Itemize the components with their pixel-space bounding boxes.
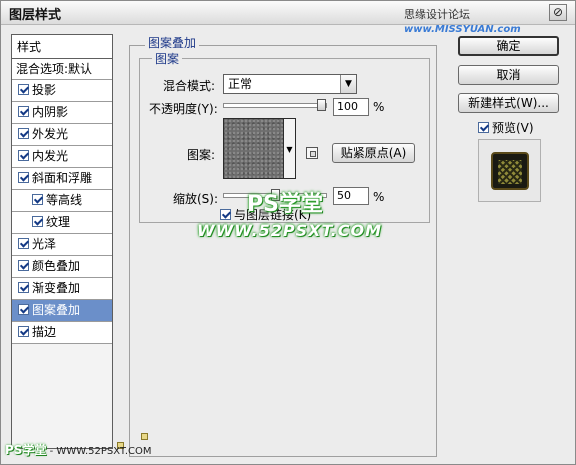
pattern-subgroup-title: 图案	[152, 50, 183, 67]
opacity-label: 不透明度(Y):	[149, 102, 218, 116]
style-item-label: 外发光	[32, 127, 69, 141]
style-item-label: 内发光	[32, 149, 69, 163]
opacity-slider-thumb[interactable]	[317, 99, 326, 111]
new-preset-icon[interactable]	[306, 147, 318, 159]
styles-list: 样式 混合选项:默认 投影内阴影外发光内发光斜面和浮雕等高线纹理光泽颜色叠加渐变…	[11, 34, 113, 449]
opacity-input[interactable]: 100	[333, 98, 369, 116]
style-item-label: 内阴影	[32, 105, 69, 119]
style-item-checkbox[interactable]	[18, 128, 29, 139]
watermark-bottom-url: - WWW.52PSXT.COM	[49, 446, 152, 457]
style-item[interactable]: 图案叠加	[12, 300, 112, 322]
opacity-slider[interactable]	[223, 99, 327, 111]
style-item-label: 等高线	[46, 193, 83, 207]
preview-pattern	[498, 160, 522, 184]
cancel-button[interactable]: 取消	[458, 65, 559, 85]
style-item[interactable]: 纹理	[12, 212, 112, 234]
style-item-checkbox[interactable]	[18, 84, 29, 95]
link-with-layer-checkmark[interactable]	[220, 209, 231, 220]
style-item[interactable]: 内发光	[12, 146, 112, 168]
blend-mode-select[interactable]: 正常 ▼	[223, 74, 357, 94]
style-item-label: 渐变叠加	[32, 281, 81, 295]
style-item-checkbox[interactable]	[18, 106, 29, 117]
style-item[interactable]: 渐变叠加	[12, 278, 112, 300]
style-item-label: 图案叠加	[32, 303, 81, 317]
style-item[interactable]: 描边	[12, 322, 112, 344]
preview-checkmark[interactable]	[478, 122, 489, 133]
opacity-percent-sign: %	[373, 100, 385, 114]
style-item-checkbox[interactable]	[18, 282, 29, 293]
style-item[interactable]: 投影	[12, 80, 112, 102]
pattern-picker-arrow-icon[interactable]: ▼	[284, 118, 296, 179]
style-preview	[478, 139, 541, 202]
dialog-title: 图层样式	[9, 8, 62, 23]
style-item[interactable]: 颜色叠加	[12, 256, 112, 278]
blend-mode-value: 正常	[228, 77, 253, 91]
style-item[interactable]: 光泽	[12, 234, 112, 256]
blend-mode-label: 混合模式:	[163, 79, 216, 93]
style-item[interactable]: 等高线	[12, 190, 112, 212]
chevron-down-icon[interactable]: ▼	[340, 75, 356, 93]
style-item-label: 描边	[32, 325, 57, 339]
snap-to-origin-button[interactable]: 贴紧原点(A)	[332, 143, 415, 163]
style-item-checkbox[interactable]	[18, 172, 29, 183]
pattern-swatch[interactable]	[223, 118, 284, 179]
close-button[interactable]: ⊘	[549, 4, 567, 21]
watermark-bottom-brand: PS学堂	[5, 443, 47, 457]
watermark-bottom: PS学堂 - WWW.52PSXT.COM	[5, 441, 151, 458]
style-item-label: 光泽	[32, 237, 57, 251]
style-item-checkbox[interactable]	[18, 260, 29, 271]
style-item-label: 斜面和浮雕	[32, 171, 93, 185]
pattern-label: 图案:	[187, 148, 216, 162]
styles-list-header[interactable]: 样式	[12, 35, 112, 59]
style-item-label: 投影	[32, 83, 57, 97]
style-item-checkbox[interactable]	[18, 150, 29, 161]
style-item-checkbox[interactable]	[18, 304, 29, 315]
new-style-button[interactable]: 新建样式(W)...	[458, 93, 559, 113]
style-item-checkbox[interactable]	[32, 216, 43, 227]
title-bar[interactable]: 图层样式 思缘设计论坛 www.MISSYUAN.com ⊘	[1, 1, 575, 35]
watermark-ps-school: PS学堂	[247, 192, 323, 217]
style-item[interactable]: 内阴影	[12, 102, 112, 124]
ok-button[interactable]: 确定	[458, 36, 559, 56]
layer-style-dialog: 图层样式 思缘设计论坛 www.MISSYUAN.com ⊘ 样式 混合选项:默…	[0, 0, 576, 465]
blending-options-item[interactable]: 混合选项:默认	[12, 59, 112, 80]
watermark-url: WWW.52PSXT.COM	[197, 221, 383, 240]
style-item[interactable]: 外发光	[12, 124, 112, 146]
pattern-overlay-group-title: 图案叠加	[145, 34, 200, 51]
scale-input[interactable]: 50	[333, 187, 369, 205]
scale-label: 缩放(S):	[173, 192, 219, 206]
style-item[interactable]: 斜面和浮雕	[12, 168, 112, 190]
resize-grip-icon[interactable]	[141, 433, 148, 440]
style-item-checkbox[interactable]	[32, 194, 43, 205]
watermark-top-text: 思缘设计论坛	[404, 8, 470, 21]
style-item-label: 颜色叠加	[32, 259, 81, 273]
scale-percent-sign: %	[373, 190, 385, 204]
style-item-checkbox[interactable]	[18, 326, 29, 337]
style-item-checkbox[interactable]	[18, 238, 29, 249]
watermark-top-site: www.MISSYUAN.com	[404, 24, 521, 35]
style-item-label: 纹理	[46, 215, 71, 229]
preview-label: 预览(V)	[492, 121, 534, 135]
preview-checkbox[interactable]: 预览(V)	[478, 119, 534, 136]
preview-thumbnail	[491, 152, 529, 190]
